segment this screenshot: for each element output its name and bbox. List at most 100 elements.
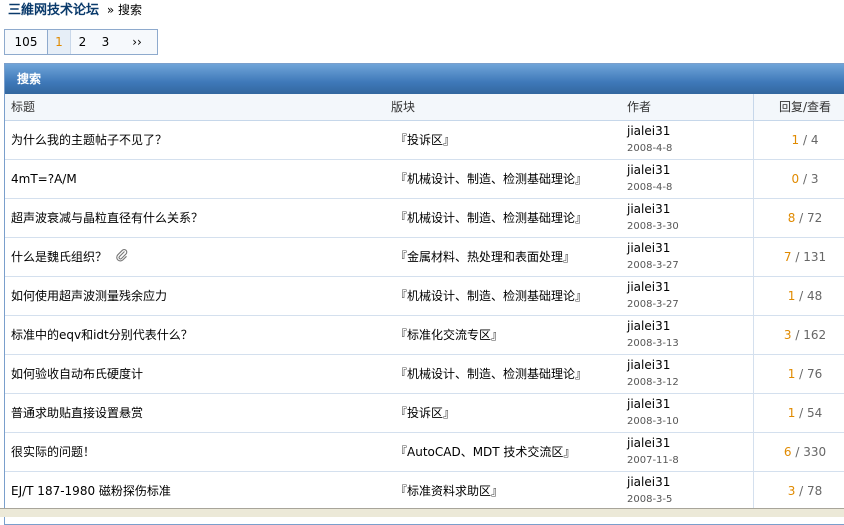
column-header-forum: 版块 bbox=[391, 100, 416, 114]
forum-link[interactable]: 『投诉区』 bbox=[395, 406, 455, 420]
author-link[interactable]: jialei31 bbox=[627, 358, 753, 373]
results-table-body: 为什么我的主题帖子不见了？ 『投诉区』 jialei31 2008-4-8 1 / 44… bbox=[5, 121, 844, 511]
thread-title-link[interactable]: 普通求助贴直接设置悬赏 bbox=[11, 406, 143, 420]
view-count: 54 bbox=[807, 406, 823, 420]
author-link[interactable]: jialei31 bbox=[627, 124, 753, 139]
author-cell: jialei31 2008-3-27 bbox=[627, 277, 753, 312]
forum-link[interactable]: 『AutoCAD、MDT 技术交流区』 bbox=[395, 445, 575, 459]
author-cell: jialei31 2008-3-27 bbox=[627, 238, 753, 273]
table-row: 很实际的问题！ 『AutoCAD、MDT 技术交流区』 jialei31 2007-1… bbox=[5, 433, 844, 472]
author-link[interactable]: jialei31 bbox=[627, 475, 753, 490]
forum-link[interactable]: 『标准化交流专区』 bbox=[395, 328, 503, 342]
forum-cell: 『金属材料、热处理和表面处理』 bbox=[395, 238, 625, 276]
table-row: 如何验收自动布氏硬度计 『机械设计、制造、检测基础理论』 jialei31 2008-… bbox=[5, 355, 844, 394]
thread-title-link[interactable]: EJ/T 187-1980 磁粉探伤标准 bbox=[11, 484, 171, 498]
forum-link[interactable]: 『机械设计、制造、检测基础理论』 bbox=[395, 367, 587, 381]
thread-title-cell: 4mT=?A/M bbox=[11, 160, 381, 198]
author-link[interactable]: jialei31 bbox=[627, 397, 753, 412]
view-count: 72 bbox=[807, 211, 823, 225]
view-count: 3 bbox=[810, 172, 819, 186]
pagination-current-page: 1 bbox=[48, 30, 71, 54]
thread-title-link[interactable]: 如何验收自动布氏硬度计 bbox=[11, 367, 143, 381]
pagination-page-2[interactable]: 2 bbox=[71, 30, 94, 54]
reply-count: 7 bbox=[783, 250, 792, 264]
thread-title-link[interactable]: 为什么我的主题帖子不见了？ bbox=[11, 133, 167, 147]
reply-view-count: 7 / 131 bbox=[753, 238, 844, 276]
author-link[interactable]: jialei31 bbox=[627, 280, 753, 295]
forum-link[interactable]: 『金属材料、热处理和表面处理』 bbox=[395, 250, 575, 264]
author-cell: jialei31 2008-3-30 bbox=[627, 199, 753, 234]
thread-title-cell: 如何验收自动布氏硬度计 bbox=[11, 355, 381, 393]
thread-title-cell: 很实际的问题！ bbox=[11, 433, 381, 471]
count-separator: / bbox=[791, 250, 804, 264]
thread-title-link[interactable]: 很实际的问题！ bbox=[11, 445, 95, 459]
reply-view-count: 1 / 76 bbox=[753, 355, 844, 393]
reply-view-count: 3 / 162 bbox=[753, 316, 844, 354]
count-separator: / bbox=[799, 133, 811, 147]
post-date: 2008-3-27 bbox=[627, 299, 679, 310]
post-date: 2008-4-8 bbox=[627, 182, 673, 193]
table-row: 如何使用超声波测量残余应力 『机械设计、制造、检测基础理论』 jialei31 200… bbox=[5, 277, 844, 316]
forum-link[interactable]: 『标准资料求助区』 bbox=[395, 484, 503, 498]
author-link[interactable]: jialei31 bbox=[627, 202, 753, 217]
count-separator: / bbox=[795, 367, 808, 381]
thread-title-cell: 什么是魏氏组织？ bbox=[11, 238, 381, 276]
thread-title-cell: 超声波衰减与晶粒直径有什么关系？ bbox=[11, 199, 381, 237]
thread-title-cell: 标准中的eqv和idt分别代表什么？ bbox=[11, 316, 381, 354]
post-date: 2008-3-13 bbox=[627, 338, 679, 349]
view-count: 330 bbox=[803, 445, 827, 459]
author-link[interactable]: jialei31 bbox=[627, 163, 753, 178]
table-row: 4mT=?A/M 『机械设计、制造、检测基础理论』 jialei31 2008-4-8… bbox=[5, 160, 844, 199]
forum-cell: 『投诉区』 bbox=[395, 121, 625, 159]
post-date: 2008-3-27 bbox=[627, 260, 679, 271]
thread-title-link[interactable]: 超声波衰减与晶粒直径有什么关系？ bbox=[11, 211, 203, 225]
count-separator: / bbox=[791, 328, 804, 342]
view-count: 162 bbox=[803, 328, 827, 342]
forum-cell: 『标准资料求助区』 bbox=[395, 472, 625, 510]
author-link[interactable]: jialei31 bbox=[627, 319, 753, 334]
pagination-next-button[interactable]: ›› bbox=[117, 30, 157, 54]
thread-title-cell: 为什么我的主题帖子不见了？ bbox=[11, 121, 381, 159]
reply-count: 1 bbox=[791, 133, 800, 147]
view-count: 131 bbox=[803, 250, 827, 264]
author-link[interactable]: jialei31 bbox=[627, 436, 753, 451]
thread-title-link[interactable]: 4mT=?A/M bbox=[11, 172, 77, 186]
reply-view-count: 1 / 48 bbox=[753, 277, 844, 315]
table-row: 什么是魏氏组织？ 『金属材料、热处理和表面处理』 jialei31 2008-3-27… bbox=[5, 238, 844, 277]
thread-title-link[interactable]: 什么是魏氏组织？ bbox=[11, 250, 107, 264]
forum-link[interactable]: 『机械设计、制造、检测基础理论』 bbox=[395, 289, 587, 303]
thread-title-link[interactable]: 标准中的eqv和idt分别代表什么？ bbox=[11, 328, 193, 342]
thread-title-link[interactable]: 如何使用超声波测量残余应力 bbox=[11, 289, 167, 303]
post-date: 2008-3-12 bbox=[627, 377, 679, 388]
post-date: 2007-11-8 bbox=[627, 455, 679, 466]
pagination: 105 1 2 3 ›› bbox=[4, 29, 158, 55]
panel-title: 搜索 bbox=[5, 64, 844, 94]
view-count: 4 bbox=[810, 133, 819, 147]
forum-link[interactable]: 『投诉区』 bbox=[395, 133, 455, 147]
reply-view-count: 1 / 4 bbox=[753, 121, 844, 159]
author-cell: jialei31 2008-3-13 bbox=[627, 316, 753, 351]
column-header-title: 标题 bbox=[11, 100, 36, 114]
post-date: 2008-3-30 bbox=[627, 221, 679, 232]
author-link[interactable]: jialei31 bbox=[627, 241, 753, 256]
table-row: 超声波衰减与晶粒直径有什么关系？ 『机械设计、制造、检测基础理论』 jialei31… bbox=[5, 199, 844, 238]
post-date: 2008-3-5 bbox=[627, 494, 673, 505]
author-cell: jialei31 2008-4-8 bbox=[627, 121, 753, 156]
view-count: 76 bbox=[807, 367, 823, 381]
forum-link[interactable]: 『机械设计、制造、检测基础理论』 bbox=[395, 172, 587, 186]
column-header-author: 作者 bbox=[627, 100, 652, 114]
count-separator: / bbox=[795, 484, 808, 498]
author-cell: jialei31 2007-11-8 bbox=[627, 433, 753, 468]
view-count: 48 bbox=[807, 289, 823, 303]
count-separator: / bbox=[791, 445, 804, 459]
reply-view-count: 8 / 72 bbox=[753, 199, 844, 237]
pagination-page-3[interactable]: 3 bbox=[94, 30, 117, 54]
author-cell: jialei31 2008-4-8 bbox=[627, 160, 753, 195]
view-count: 78 bbox=[807, 484, 823, 498]
search-results-panel: 搜索 标题 版块 作者 回复/查看 为什么我的主题帖子不见了？ 『投诉区』 jial… bbox=[4, 63, 844, 525]
thread-title-cell: 普通求助贴直接设置悬赏 bbox=[11, 394, 381, 432]
forum-cell: 『机械设计、制造、检测基础理论』 bbox=[395, 199, 625, 237]
author-cell: jialei31 2008-3-12 bbox=[627, 355, 753, 390]
forum-link[interactable]: 『机械设计、制造、检测基础理论』 bbox=[395, 211, 587, 225]
breadcrumb-site-link[interactable]: 三維网技术论坛 bbox=[8, 3, 99, 18]
